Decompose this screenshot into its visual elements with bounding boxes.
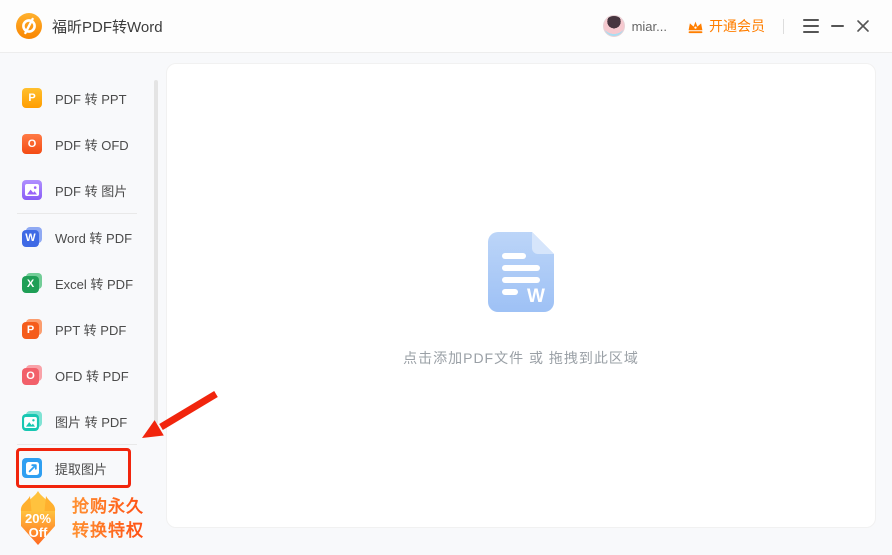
sidebar-item-label: Word 转 PDF bbox=[55, 230, 133, 246]
pdf-to-image-icon bbox=[22, 180, 42, 200]
titlebar: 福昕PDF转Word miar... 开通会员 bbox=[0, 0, 892, 53]
sidebar: P PDF 转 PPT O PDF 转 OFD PDF 转 图片 W Word … bbox=[0, 53, 166, 555]
sidebar-item-excel-to-pdf[interactable]: X Excel 转 PDF bbox=[0, 260, 166, 306]
sidebar-item-label: 图片 转 PDF bbox=[55, 414, 128, 430]
close-icon bbox=[857, 20, 869, 32]
excel-to-pdf-icon: X bbox=[22, 273, 42, 293]
account-button[interactable]: miar... bbox=[602, 15, 667, 37]
word-to-pdf-icon: W bbox=[22, 227, 42, 247]
user-name: miar... bbox=[631, 18, 667, 34]
app-window: 福昕PDF转Word miar... 开通会员 P PDF 转 PPT O PD… bbox=[0, 0, 892, 555]
crown-icon bbox=[688, 21, 703, 33]
pdf-to-ppt-icon: P bbox=[22, 88, 42, 108]
sidebar-item-label: PDF 转 PPT bbox=[55, 91, 127, 107]
svg-text:W: W bbox=[527, 286, 545, 307]
close-button[interactable] bbox=[850, 13, 876, 39]
sidebar-item-label: PDF 转 OFD bbox=[55, 137, 129, 153]
sidebar-item-label: OFD 转 PDF bbox=[55, 368, 129, 384]
dropzone[interactable]: W 点击添加PDF文件 或 拖拽到此区域 bbox=[166, 63, 876, 528]
promo-line-2: 转换特权 bbox=[72, 519, 144, 543]
hamburger-menu-icon bbox=[803, 19, 819, 33]
sidebar-item-label: Excel 转 PDF bbox=[55, 276, 134, 292]
extract-images-icon bbox=[22, 458, 42, 478]
discount-off: Off bbox=[29, 525, 48, 540]
sidebar-item-ppt-to-pdf[interactable]: P PPT 转 PDF bbox=[0, 306, 166, 352]
pdf-to-ofd-icon: O bbox=[22, 134, 42, 154]
dropzone-hint: 点击添加PDF文件 或 拖拽到此区域 bbox=[403, 350, 639, 366]
sidebar-item-pdf-to-image[interactable]: PDF 转 图片 bbox=[0, 167, 166, 213]
titlebar-divider bbox=[783, 18, 784, 34]
menu-button[interactable] bbox=[798, 13, 824, 39]
sidebar-item-label: PPT 转 PDF bbox=[55, 322, 127, 338]
sidebar-scrollbar[interactable] bbox=[154, 80, 158, 424]
image-to-pdf-icon bbox=[22, 411, 42, 431]
sidebar-item-extract-images[interactable]: 提取图片 bbox=[0, 445, 166, 491]
user-avatar bbox=[602, 15, 625, 37]
sidebar-item-ofd-to-pdf[interactable]: O OFD 转 PDF bbox=[0, 352, 166, 398]
vip-button[interactable]: 开通会员 bbox=[687, 16, 765, 36]
pdf-document-icon: W bbox=[488, 232, 554, 312]
vip-label: 开通会员 bbox=[709, 18, 765, 34]
sidebar-item-label: 提取图片 bbox=[55, 461, 108, 477]
sidebar-item-word-to-pdf[interactable]: W Word 转 PDF bbox=[0, 214, 166, 260]
sidebar-item-image-to-pdf[interactable]: 图片 转 PDF bbox=[0, 398, 166, 444]
app-title: 福昕PDF转Word bbox=[52, 18, 163, 36]
minimize-button[interactable] bbox=[824, 13, 850, 39]
sidebar-item-pdf-to-ofd[interactable]: O PDF 转 OFD bbox=[0, 121, 166, 167]
flame-discount-icon: 20% Off bbox=[20, 491, 56, 545]
sidebar-item-pdf-to-ppt[interactable]: P PDF 转 PPT bbox=[0, 75, 166, 121]
ppt-to-pdf-icon: P bbox=[22, 319, 42, 339]
sidebar-item-label: PDF 转 图片 bbox=[55, 183, 128, 199]
minimize-icon bbox=[830, 25, 844, 27]
ofd-to-pdf-icon: O bbox=[22, 365, 42, 385]
promo-line-1: 抢购永久 bbox=[72, 495, 144, 519]
promo-banner[interactable]: 20% Off 抢购永久 转换特权 bbox=[12, 490, 144, 548]
discount-percent: 20% bbox=[25, 511, 51, 526]
app-logo-icon bbox=[16, 13, 42, 39]
